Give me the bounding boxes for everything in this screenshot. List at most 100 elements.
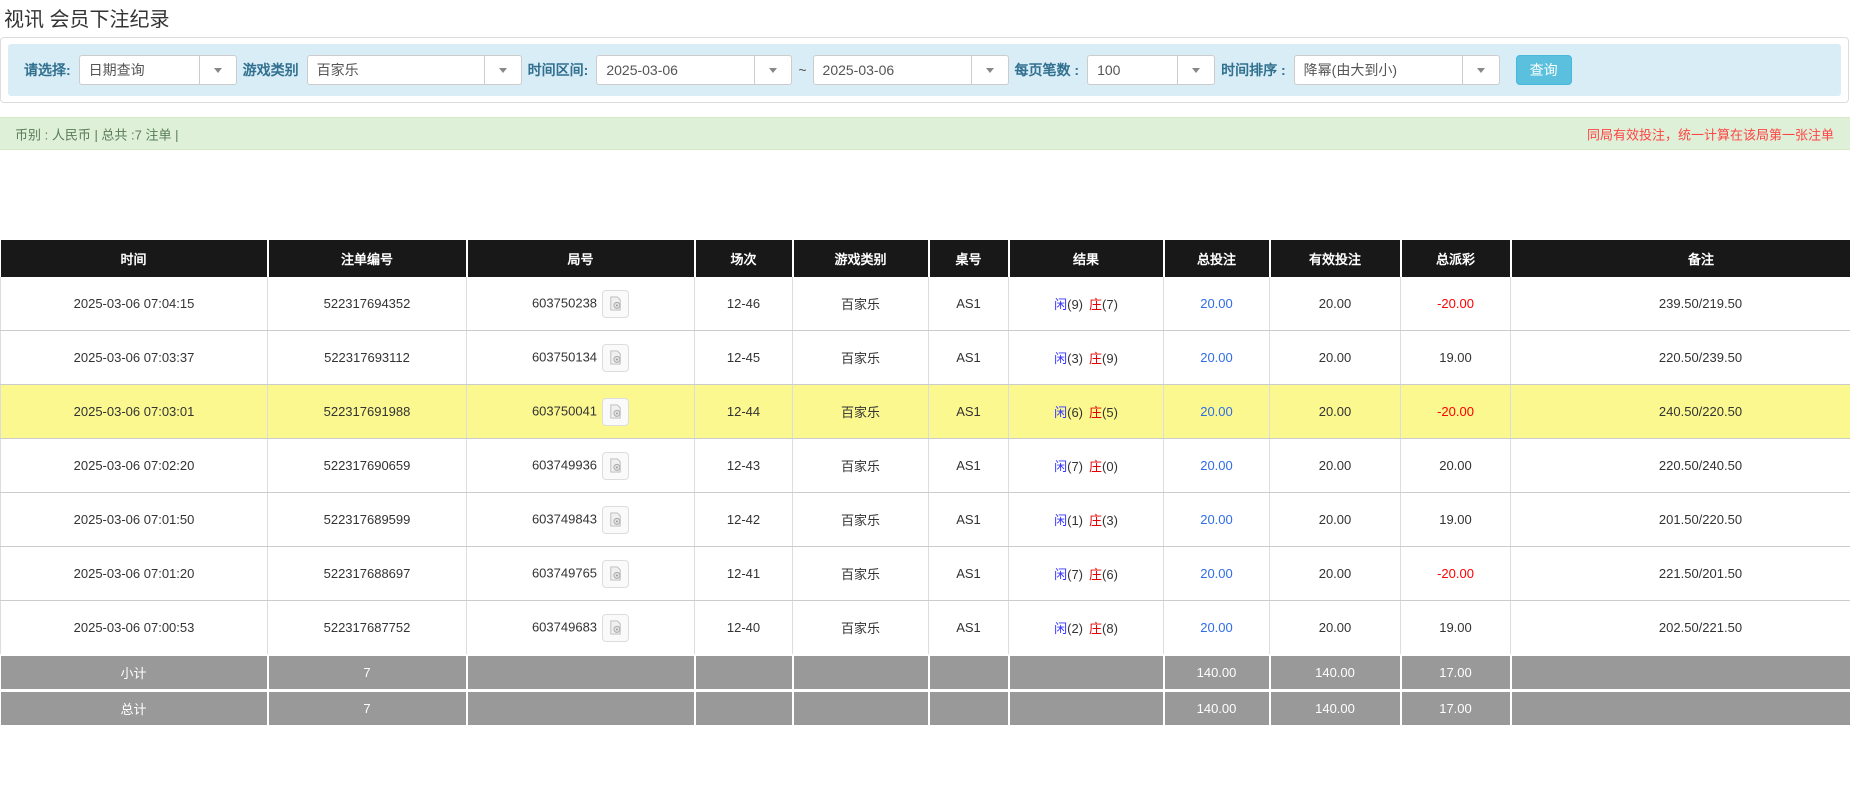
query-type-dropdown-button[interactable] <box>199 56 236 84</box>
valid-bet-cell: 20.00 <box>1270 439 1401 493</box>
round-id-text: 603749765 <box>532 565 597 580</box>
currency-summary-text: 币别 : 人民币 | 总共 :7 注单 | <box>15 124 179 143</box>
total-bet-link[interactable]: 20.00 <box>1200 620 1233 635</box>
bet-time-cell: 2025-03-06 07:01:50 <box>1 493 268 547</box>
table-body: 2025-03-06 07:04:15 522317694352 6037502… <box>1 277 1850 655</box>
page-title: 视讯 会员下注纪录 <box>4 3 170 32</box>
game-category-select[interactable]: 百家乐 <box>307 55 522 85</box>
subtotal-payout: 17.00 <box>1401 655 1511 691</box>
bet-id-cell: 522317694352 <box>268 277 467 331</box>
total-bet-cell: 20.00 <box>1164 601 1270 656</box>
col-header-result: 结果 <box>1009 240 1164 277</box>
col-header-valid-bet: 有效投注 <box>1270 240 1401 277</box>
time-range-label: 时间区间: <box>528 60 589 80</box>
total-empty-cell <box>929 691 1009 726</box>
session-cell: 12-40 <box>695 601 793 656</box>
page-size-dropdown-button[interactable] <box>1177 56 1214 84</box>
total-bet-link[interactable]: 20.00 <box>1200 404 1233 419</box>
player-result-score: (9) <box>1067 297 1083 312</box>
table-number-cell: AS1 <box>929 385 1009 439</box>
round-id-cell: 603749843 <box>467 493 695 547</box>
date-range-tilde: ~ <box>798 62 806 78</box>
total-bet-link[interactable]: 20.00 <box>1200 296 1233 311</box>
bet-time-cell: 2025-03-06 07:02:20 <box>1 439 268 493</box>
col-header-bet-id: 注单编号 <box>268 240 467 277</box>
total-bet-cell: 20.00 <box>1164 385 1270 439</box>
table-number-cell: AS1 <box>929 493 1009 547</box>
video-replay-icon[interactable] <box>602 506 629 534</box>
video-replay-icon[interactable] <box>602 452 629 480</box>
video-replay-icon[interactable] <box>602 614 629 642</box>
bet-record-row[interactable]: 2025-03-06 07:03:37 522317693112 6037501… <box>1 331 1850 385</box>
game-category-cell: 百家乐 <box>793 277 929 331</box>
payout-cell: -20.00 <box>1401 385 1511 439</box>
bet-id-cell: 522317690659 <box>268 439 467 493</box>
round-id-text: 603750238 <box>532 295 597 310</box>
total-bet-cell: 20.00 <box>1164 277 1270 331</box>
page-size-value: 100 <box>1088 56 1177 84</box>
total-payout: 17.00 <box>1401 691 1511 726</box>
game-category-label: 游戏类别 <box>243 60 299 80</box>
remark-cell: 220.50/240.50 <box>1511 439 1850 493</box>
bet-record-row[interactable]: 2025-03-06 07:01:50 522317689599 6037498… <box>1 493 1850 547</box>
session-cell: 12-44 <box>695 385 793 439</box>
bet-id-cell: 522317689599 <box>268 493 467 547</box>
notice-bar: 币别 : 人民币 | 总共 :7 注单 | 同局有效投注，统一计算在该局第一张注… <box>0 117 1850 150</box>
bet-record-row[interactable]: 2025-03-06 07:04:15 522317694352 6037502… <box>1 277 1850 331</box>
video-replay-icon[interactable] <box>602 560 629 588</box>
result-cell: 闲(1)庄(3) <box>1009 493 1164 547</box>
session-cell: 12-42 <box>695 493 793 547</box>
remark-cell: 202.50/221.50 <box>1511 601 1850 656</box>
subtotal-row: 小计 7 140.00 140.00 17.00 <box>1 655 1850 691</box>
date-from-select[interactable]: 2025-03-06 <box>596 55 792 85</box>
query-type-select[interactable]: 日期查询 <box>79 55 237 85</box>
payout-cell: 19.00 <box>1401 493 1511 547</box>
session-cell: 12-45 <box>695 331 793 385</box>
query-button[interactable]: 查询 <box>1516 55 1572 85</box>
player-result-score: (2) <box>1067 621 1083 636</box>
chevron-down-icon <box>769 68 777 73</box>
bet-record-row[interactable]: 2025-03-06 07:02:20 522317690659 6037499… <box>1 439 1850 493</box>
page-size-select[interactable]: 100 <box>1087 55 1215 85</box>
date-to-dropdown-button[interactable] <box>971 56 1008 84</box>
banker-result-score: (0) <box>1102 459 1118 474</box>
time-order-dropdown-button[interactable] <box>1462 56 1499 84</box>
total-bet-link[interactable]: 20.00 <box>1200 566 1233 581</box>
page-size-label: 每页笔数 : <box>1015 60 1080 80</box>
total-total-bet: 140.00 <box>1164 691 1270 726</box>
banker-result-label: 庄 <box>1089 567 1102 582</box>
player-result-score: (1) <box>1067 513 1083 528</box>
time-order-select[interactable]: 降幂(由大到小) <box>1294 55 1500 85</box>
table-header-row: 时间 注单编号 局号 场次 游戏类别 桌号 结果 总投注 有效投注 总派彩 备注 <box>1 240 1850 277</box>
subtotal-empty-cell <box>467 655 695 691</box>
session-cell: 12-41 <box>695 547 793 601</box>
total-bet-link[interactable]: 20.00 <box>1200 512 1233 527</box>
bet-id-cell: 522317688697 <box>268 547 467 601</box>
payout-cell: 20.00 <box>1401 439 1511 493</box>
total-bet-link[interactable]: 20.00 <box>1200 458 1233 473</box>
subtotal-count: 7 <box>268 655 467 691</box>
game-category-value: 百家乐 <box>308 56 484 84</box>
player-result-label: 闲 <box>1054 621 1067 636</box>
player-result-label: 闲 <box>1054 513 1067 528</box>
banker-result-score: (6) <box>1102 567 1118 582</box>
date-to-select[interactable]: 2025-03-06 <box>813 55 1009 85</box>
bet-record-row[interactable]: 2025-03-06 07:00:53 522317687752 6037496… <box>1 601 1850 656</box>
total-bet-link[interactable]: 20.00 <box>1200 350 1233 365</box>
payout-cell: 19.00 <box>1401 601 1511 656</box>
query-type-value: 日期查询 <box>80 56 199 84</box>
video-replay-icon[interactable] <box>602 290 629 318</box>
result-cell: 闲(9)庄(7) <box>1009 277 1164 331</box>
video-replay-icon[interactable] <box>602 398 629 426</box>
table-footer: 小计 7 140.00 140.00 17.00 总计 7 140.00 140… <box>1 655 1850 725</box>
player-result-score: (6) <box>1067 405 1083 420</box>
table-number-cell: AS1 <box>929 601 1009 656</box>
bet-record-row[interactable]: 2025-03-06 07:01:20 522317688697 6037497… <box>1 547 1850 601</box>
video-replay-icon[interactable] <box>602 344 629 372</box>
game-category-dropdown-button[interactable] <box>484 56 521 84</box>
bet-time-cell: 2025-03-06 07:03:01 <box>1 385 268 439</box>
date-from-dropdown-button[interactable] <box>754 56 791 84</box>
bet-record-row[interactable]: 2025-03-06 07:03:01 522317691988 6037500… <box>1 385 1850 439</box>
total-empty-cell <box>695 691 793 726</box>
total-count: 7 <box>268 691 467 726</box>
